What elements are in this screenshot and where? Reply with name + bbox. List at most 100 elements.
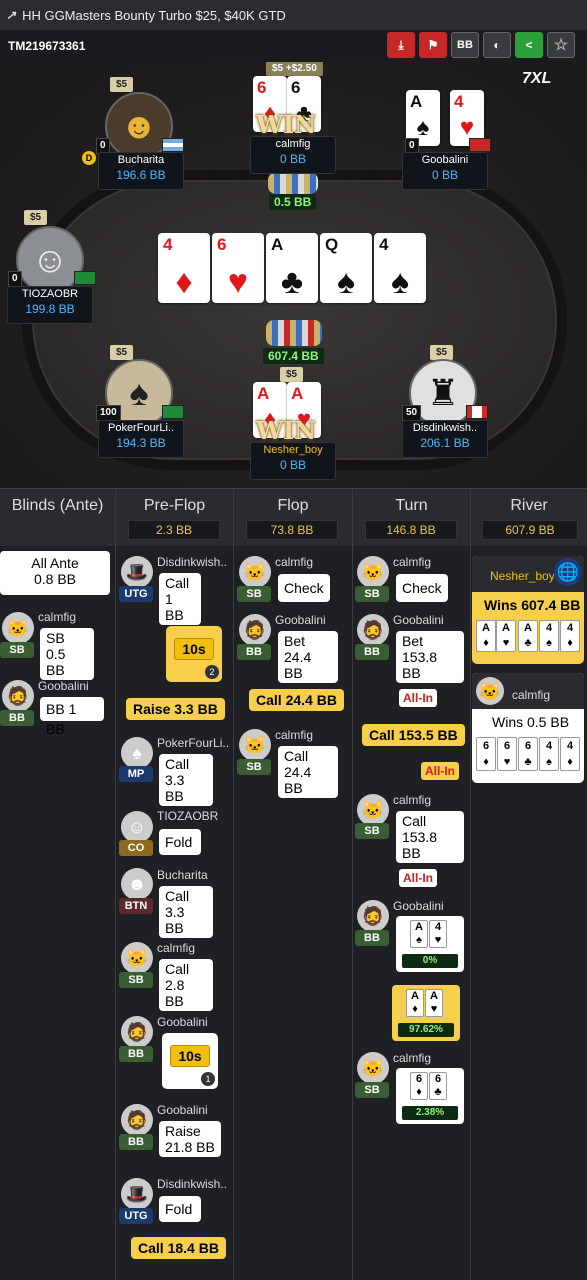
player-avatar[interactable]: 🧔: [357, 614, 389, 646]
player-name: Nesher_boy: [263, 444, 323, 456]
action-label: Call: [284, 748, 309, 764]
einstein-avatar-icon: ☺: [31, 239, 69, 280]
player-avatar[interactable]: ♠: [121, 737, 153, 769]
position-badge: BB: [355, 644, 389, 660]
time-bank: 10s 1: [162, 1033, 218, 1089]
player-avatar[interactable]: ☻: [121, 868, 153, 900]
player-avatar[interactable]: 🐱: [239, 556, 271, 588]
all-in-badge: All-In: [399, 869, 437, 887]
player-avatar[interactable]: 🐱: [2, 612, 34, 644]
action-bubble: SB 0.5 BB: [40, 628, 94, 680]
action-label: Call: [165, 575, 190, 591]
player-name: Disdinkwish..: [412, 422, 478, 434]
bet-amount: $5: [280, 367, 304, 382]
player-avatar[interactable]: 🐱: [239, 729, 271, 761]
equity-box: A ♠ 4 ♥ 0%: [396, 916, 464, 972]
position-badge: SB: [237, 759, 271, 775]
card-rank: 4: [454, 92, 464, 111]
player-plate[interactable]: Nesher_boy 0 BB: [250, 442, 336, 480]
position-badge: SB: [0, 642, 34, 658]
action-bubble: Call 2.8 BB: [159, 959, 213, 1011]
action-bubble: Call 18.4 BB: [131, 1237, 226, 1259]
player-avatar[interactable]: 🐱: [476, 677, 504, 705]
hole-card-mini: 6 ♣: [518, 737, 538, 771]
time-bank-label: 10s: [170, 1045, 210, 1067]
player-avatar[interactable]: 🐱: [357, 556, 389, 588]
player-avatar[interactable]: 🎩: [121, 1178, 153, 1210]
card-rank: 6: [291, 78, 301, 97]
player-plate[interactable]: TIOZAOBR 199.8 BB: [7, 286, 93, 324]
time-bank-count: 2: [205, 665, 219, 679]
win-badge: WIN: [256, 110, 317, 139]
player-plate[interactable]: Goobalini 0 BB: [402, 152, 488, 190]
app-logo-icon: ↗: [6, 8, 17, 22]
player-avatar[interactable]: 🧔: [121, 1104, 153, 1136]
player-plate[interactable]: Disdinkwish.. 206.1 BB: [402, 420, 488, 458]
board-card-5: 4 ♠: [374, 233, 426, 303]
player-name: Goobalini: [157, 1103, 208, 1117]
argentina-flag-icon: [162, 138, 184, 152]
report-button[interactable]: ⚑: [419, 32, 447, 58]
player-avatar[interactable]: 🎩: [121, 556, 153, 588]
player-avatar[interactable]: 🧔: [357, 900, 389, 932]
incognito-icon: ◐: [493, 38, 501, 52]
bounty-count: 0: [8, 271, 22, 287]
share-button[interactable]: <: [515, 32, 543, 58]
hole-card-mini: 6 ♦: [410, 1072, 428, 1100]
action-bubble: Call 3.3 BB: [159, 886, 213, 938]
action-label: Bet: [402, 633, 424, 649]
bb-toggle-button[interactable]: BB: [451, 32, 479, 58]
star-icon: ☆: [553, 37, 569, 54]
winner-card: 🐱 calmfig Wins 0.5 BB 6 ♦ 6 ♥ 6 ♣ 4 ♠ 4 ♦: [472, 673, 584, 783]
player-name: Disdinkwish..: [157, 555, 228, 569]
player-plate[interactable]: calmfig 0 BB: [250, 136, 336, 174]
position-badge: BB: [237, 644, 271, 660]
player-avatar[interactable]: 🧔: [121, 1016, 153, 1048]
player-plate[interactable]: Bucharita 196.6 BB: [98, 152, 184, 190]
board-card-mini: A ♣: [518, 620, 538, 652]
win-badge: WIN: [256, 416, 317, 445]
time-bank-count: 1: [201, 1072, 215, 1086]
card-rank: A: [410, 92, 423, 111]
player-avatar[interactable]: 🐱: [357, 1052, 389, 1084]
bet-amount: $5: [110, 77, 134, 92]
player-name: Goobalini: [275, 613, 326, 627]
column-header: Pre-Flop: [143, 497, 206, 514]
player-stack: 0 BB: [279, 458, 306, 472]
player-name: Goobalini: [157, 1015, 208, 1029]
board-card-1: 4 ♦: [158, 233, 210, 303]
action-bubble: Fold: [159, 829, 201, 855]
action-label: Raise: [165, 1123, 201, 1139]
player-plate[interactable]: PokerFourLi.. 194.3 BB: [98, 420, 184, 458]
player-avatar[interactable]: 🐱: [121, 942, 153, 974]
chip-stack-icon: [266, 320, 322, 346]
hole-card-mini: A ♦: [406, 989, 424, 1017]
brand-logo: 7XL: [522, 70, 552, 87]
player-stack: 0 BB: [431, 168, 458, 182]
winner-card: Nesher_boy 🌐 Wins 607.4 BB A ♦ A ♥ A ♣ 4 ♠ 4…: [472, 556, 584, 664]
position-badge: SB: [237, 586, 271, 602]
action-amount: 24.4 BB: [284, 764, 312, 796]
action-bubble: Call 153.8 BB: [396, 811, 464, 863]
player-name: calmfig: [275, 728, 314, 742]
player-name: TIOZAOBR: [157, 809, 219, 823]
player-avatar[interactable]: 🧔: [239, 614, 271, 646]
download-button[interactable]: ⤓: [387, 32, 415, 58]
all-in-badge: All-In: [421, 762, 459, 780]
player-avatar[interactable]: 🧔: [2, 680, 34, 712]
buddha-avatar-icon: ☻: [120, 105, 158, 146]
incognito-button[interactable]: ◐: [483, 32, 511, 58]
column-header: Blinds (Ante): [11, 497, 104, 514]
player-name: Bucharita: [117, 154, 165, 166]
player-avatar[interactable]: 🌐: [554, 558, 582, 586]
action-bubble: BB 1 BB: [40, 697, 104, 737]
position-badge: BB: [0, 710, 34, 726]
favorite-button[interactable]: ☆: [547, 32, 575, 58]
column-header: River: [510, 497, 548, 514]
card-rank: 6: [217, 235, 227, 254]
player-avatar[interactable]: 🐱: [357, 794, 389, 826]
action-label: Call: [402, 813, 427, 829]
equity-percent: 2.38%: [402, 1106, 458, 1120]
player-stack: 0 BB: [279, 152, 306, 166]
player-avatar[interactable]: ☺: [121, 811, 153, 843]
